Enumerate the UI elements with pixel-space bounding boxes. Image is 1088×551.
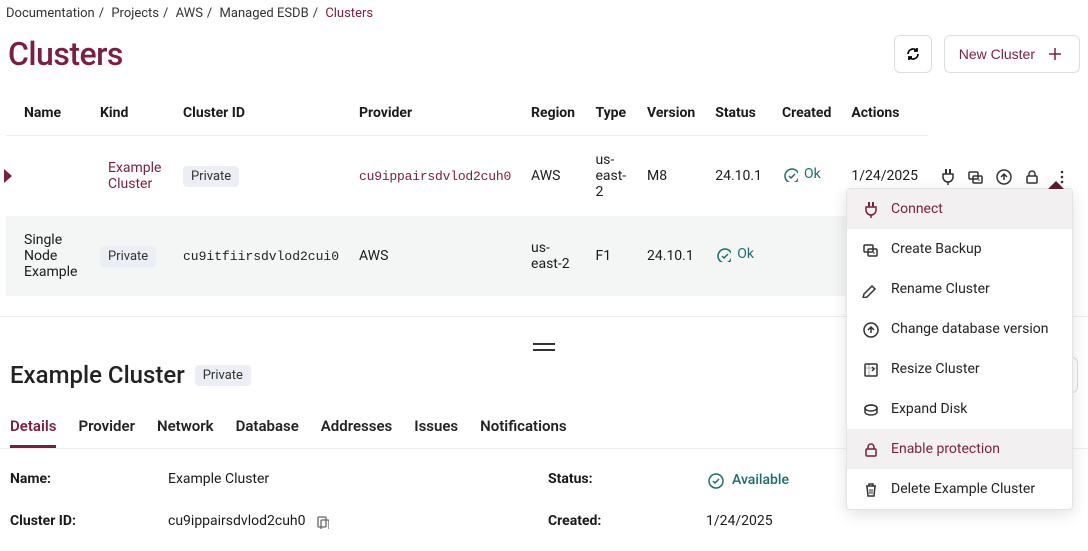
label-cluster-id: Cluster ID: xyxy=(10,513,160,529)
value-created: 1/24/2025 xyxy=(706,513,1078,529)
refresh-button[interactable] xyxy=(894,35,932,73)
col-status: Status xyxy=(705,95,772,136)
breadcrumb-current: Clusters xyxy=(325,6,373,21)
col-cluster-id: Cluster ID xyxy=(173,95,349,136)
menu-item-rename[interactable]: Rename Cluster xyxy=(847,269,1072,309)
menu-item-resize[interactable]: Resize Cluster xyxy=(847,349,1072,389)
cluster-name[interactable]: Single Node Example xyxy=(6,216,90,296)
upgrade-icon[interactable] xyxy=(994,167,1012,185)
breadcrumb-link[interactable]: AWS xyxy=(176,6,203,21)
new-cluster-button[interactable]: New Cluster xyxy=(944,35,1080,73)
tab-database[interactable]: Database xyxy=(236,417,299,448)
status-badge: Ok xyxy=(782,166,821,182)
label-status: Status: xyxy=(548,471,698,493)
status-available: Available xyxy=(706,471,789,489)
row-actions-menu: Connect Create Backup Rename Cluster Cha… xyxy=(846,188,1073,510)
menu-item-expand-disk[interactable]: Expand Disk xyxy=(847,389,1072,429)
cell-provider: AWS xyxy=(349,216,521,296)
plus-icon xyxy=(1045,44,1065,64)
menu-item-connect[interactable]: Connect xyxy=(847,189,1072,229)
breadcrumb-link[interactable]: Documentation xyxy=(6,6,95,21)
arrow-up-circle-icon xyxy=(861,320,879,338)
status-badge: Ok xyxy=(715,246,754,262)
cell-version: 24.10.1 xyxy=(705,136,772,217)
cell-region: us-east-2 xyxy=(585,136,637,217)
col-type: Type xyxy=(585,95,637,136)
pencil-icon xyxy=(861,280,879,298)
lock-icon[interactable] xyxy=(1022,167,1040,185)
col-provider: Provider xyxy=(349,95,521,136)
cell-region: us-east-2 xyxy=(521,216,585,296)
col-name: Name xyxy=(6,95,90,136)
backup-icon xyxy=(861,240,879,258)
connect-icon[interactable] xyxy=(938,167,956,185)
check-circle-icon xyxy=(706,471,724,489)
cell-type: M8 xyxy=(637,136,705,217)
kind-badge: Private xyxy=(195,365,251,386)
breadcrumb-link[interactable]: Managed ESDB xyxy=(220,6,309,21)
resize-icon xyxy=(861,360,879,378)
tab-details[interactable]: Details xyxy=(10,417,56,448)
lock-icon xyxy=(861,440,879,458)
menu-item-create-backup[interactable]: Create Backup xyxy=(847,229,1072,269)
tab-addresses[interactable]: Addresses xyxy=(321,417,392,448)
new-cluster-label: New Cluster xyxy=(959,46,1035,62)
breadcrumb: Documentation/ Projects/ AWS/ Managed ES… xyxy=(0,0,1088,21)
cell-created xyxy=(772,216,841,296)
label-name: Name: xyxy=(10,471,160,493)
col-actions: Actions xyxy=(841,95,928,136)
tab-notifications[interactable]: Notifications xyxy=(480,417,566,448)
col-region: Region xyxy=(521,95,585,136)
trash-icon xyxy=(861,480,879,498)
col-kind: Kind xyxy=(90,95,173,136)
check-circle-icon xyxy=(715,246,731,262)
menu-item-delete[interactable]: Delete Example Cluster xyxy=(847,469,1072,509)
tab-provider[interactable]: Provider xyxy=(78,417,135,448)
menu-item-change-version[interactable]: Change database version xyxy=(847,309,1072,349)
cell-provider: AWS xyxy=(521,136,585,217)
plug-icon xyxy=(861,200,879,218)
refresh-icon xyxy=(903,44,923,64)
col-created: Created xyxy=(772,95,841,136)
value-cluster-id: cu9ippairsdvlod2cuh0 xyxy=(168,513,305,529)
kind-badge: Private xyxy=(183,166,239,187)
backup-icon[interactable] xyxy=(966,167,984,185)
grip-icon xyxy=(533,343,555,351)
check-circle-icon xyxy=(782,166,798,182)
detail-panel-title: Example Cluster xyxy=(10,361,185,389)
cluster-name-link[interactable]: Example Cluster xyxy=(108,160,161,192)
label-created: Created: xyxy=(548,513,698,529)
cluster-id: cu9itfiirsdvlod2cui0 xyxy=(183,249,339,264)
menu-item-enable-protection[interactable]: Enable protection xyxy=(847,429,1072,469)
cell-version: 24.10.1 xyxy=(637,216,705,296)
cluster-id: cu9ippairsdvlod2cuh0 xyxy=(359,169,511,184)
value-name: Example Cluster xyxy=(168,471,540,493)
copy-icon[interactable] xyxy=(313,513,329,529)
tab-network[interactable]: Network xyxy=(157,417,214,448)
kind-badge: Private xyxy=(100,246,156,267)
tab-issues[interactable]: Issues xyxy=(414,417,458,448)
page-title: Clusters xyxy=(8,35,123,73)
disk-icon xyxy=(861,400,879,418)
cell-type: F1 xyxy=(585,216,637,296)
col-version: Version xyxy=(637,95,705,136)
breadcrumb-link[interactable]: Projects xyxy=(111,6,159,21)
